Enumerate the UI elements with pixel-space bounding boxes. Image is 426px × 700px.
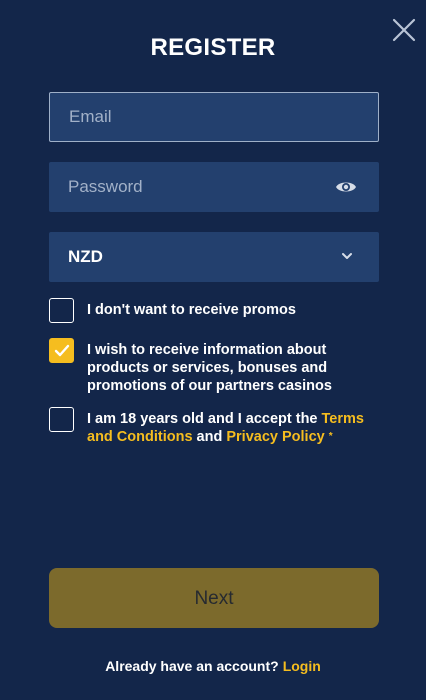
eye-icon[interactable] (335, 177, 357, 197)
currency-value: NZD (68, 247, 103, 266)
password-field-wrapper (49, 162, 379, 212)
terms-label-prefix: I am 18 years old and I accept the (87, 411, 322, 427)
no-promos-option: I don't want to receive promos (49, 298, 379, 324)
terms-label-and: and (192, 429, 227, 445)
currency-select[interactable]: NZD (49, 232, 379, 282)
no-promos-checkbox[interactable] (49, 298, 74, 323)
partner-info-label: I wish to receive information about prod… (87, 342, 332, 394)
privacy-policy-link[interactable]: Privacy Policy (226, 429, 324, 445)
chevron-down-icon (342, 253, 352, 259)
next-button[interactable]: Next (49, 568, 379, 628)
login-prompt: Already have an account? Login (0, 658, 426, 674)
page-title: REGISTER (150, 34, 276, 61)
password-field[interactable] (49, 162, 379, 212)
login-prompt-text: Already have an account? (105, 658, 279, 674)
required-mark: * (328, 431, 333, 442)
email-field-wrapper (49, 92, 379, 142)
email-field[interactable] (50, 93, 378, 141)
checkmark-icon (54, 344, 70, 357)
no-promos-label: I don't want to receive promos (87, 302, 296, 318)
login-link[interactable]: Login (283, 658, 321, 674)
terms-label: I am 18 years old and I accept the Terms… (87, 410, 379, 446)
partner-info-checkbox[interactable] (49, 338, 74, 363)
terms-checkbox[interactable] (49, 407, 74, 432)
partner-info-option: I wish to receive information about prod… (49, 338, 379, 394)
terms-option: I am 18 years old and I accept the Terms… (49, 407, 379, 447)
